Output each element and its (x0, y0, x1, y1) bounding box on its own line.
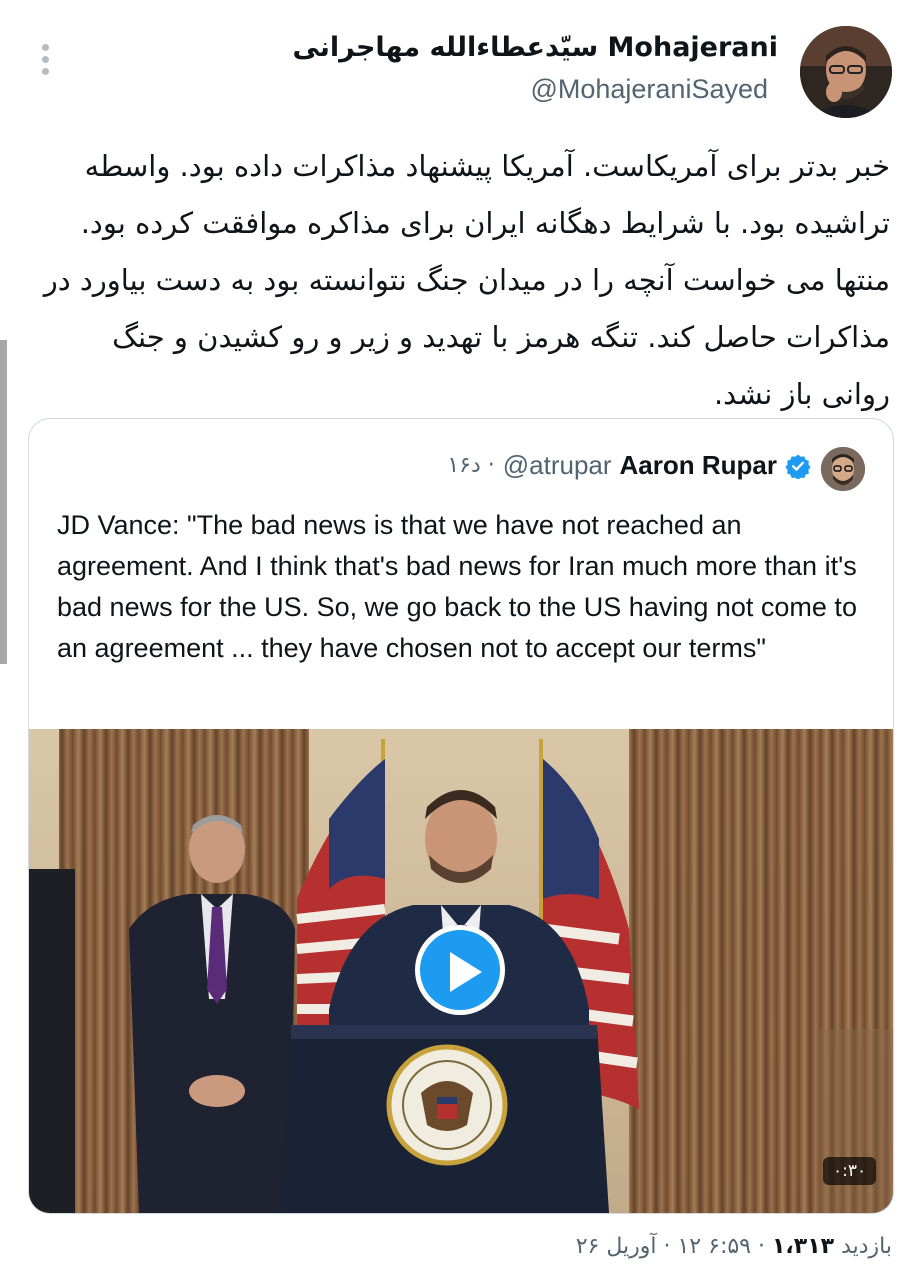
author-avatar[interactable] (800, 26, 892, 118)
left-scroll-rail (0, 340, 7, 664)
quoted-author-avatar[interactable] (821, 447, 865, 491)
verified-badge-icon (785, 454, 811, 479)
tweet-time: ۶:۵۹ ۱۲ · (663, 1234, 751, 1259)
author-handle[interactable]: @MohajeraniSayed (530, 74, 768, 105)
footer-separator: · (751, 1234, 765, 1259)
tweet-meta-footer: بازدید ۱،۳۱۳ · ۶:۵۹ ۱۲ · آوریل ۲۶ (576, 1234, 892, 1259)
tweet-text: خبر بدتر برای آمریکاست. آمریکا پیشنهاد م… (43, 149, 890, 411)
quoted-name[interactable]: Aaron Rupar (620, 450, 777, 481)
quoted-time: ۱۶د · (447, 453, 495, 478)
views-label: بازدید (841, 1234, 892, 1259)
play-icon (450, 952, 482, 992)
tweet-date: آوریل ۲۶ (575, 1234, 657, 1259)
quoted-text: JD Vance: "The bad news is that we have … (57, 510, 857, 663)
views-count: ۱،۳۱۳ (772, 1234, 835, 1259)
quoted-tweet[interactable]: ۱۶د · @atrupar Aaron Rupar JD Vance: "Th… (28, 418, 894, 1214)
quoted-handle[interactable]: @atrupar (503, 450, 612, 481)
quoted-header: ۱۶د · @atrupar Aaron Rupar (447, 450, 811, 481)
more-options-icon[interactable] (38, 44, 52, 80)
video-duration: ۰:۳۰ (823, 1157, 877, 1185)
play-button[interactable] (415, 925, 505, 1015)
author-display-name[interactable]: سیّدعطاءالله مهاجرانی Mohajerani (292, 32, 778, 63)
video-player[interactable]: ۰:۳۰ (29, 729, 893, 1213)
